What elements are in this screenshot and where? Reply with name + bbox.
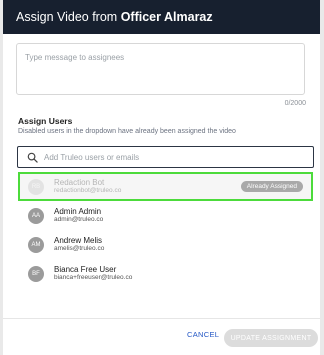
message-input[interactable] [16, 43, 305, 95]
assign-users-subtitle: Disabled users in the dropdown have alre… [18, 128, 236, 135]
user-option-redaction-bot: RB Redaction Bot redactionbot@truleo.co … [18, 172, 313, 201]
avatar: BF [28, 265, 44, 282]
modal-footer: CANCEL UPDATE ASSIGNMENT [3, 318, 320, 355]
officer-name: Officer Almaraz [120, 10, 213, 24]
assign-users-title: Assign Users [18, 116, 73, 126]
avatar: RB [28, 178, 44, 195]
user-name: Admin Admin [54, 207, 102, 217]
avatar: AM [28, 236, 44, 253]
user-email: admin@truleo.co [54, 216, 104, 224]
user-email: bianca+freeuser@truleo.co [54, 274, 133, 282]
modal-title-prefix: Assign Video from [16, 10, 118, 24]
search-icon [26, 151, 38, 163]
user-info: Redaction Bot redactionbot@truleo.co [54, 178, 121, 195]
assign-video-modal: Assign Video from Officer Almaraz 0/2000… [3, 0, 320, 355]
user-name: Redaction Bot [54, 178, 105, 188]
user-info: Admin Admin admin@truleo.co [54, 207, 103, 224]
user-email: amelis@truleo.co [54, 245, 105, 253]
user-name: Andrew Melis [54, 236, 103, 246]
user-dropdown-list: RB Redaction Bot redactionbot@truleo.co … [18, 172, 313, 288]
modal-header: Assign Video from Officer Almaraz [3, 0, 320, 34]
already-assigned-badge: Already Assigned [240, 181, 303, 192]
user-option-admin-admin[interactable]: AA Admin Admin admin@truleo.co [18, 201, 313, 230]
user-info: Andrew Melis amelis@truleo.co [54, 236, 104, 253]
update-assignment-button[interactable]: UPDATE ASSIGNMENT [224, 329, 318, 347]
user-option-andrew-melis[interactable]: AM Andrew Melis amelis@truleo.co [18, 230, 313, 259]
user-email: redactionbot@truleo.co [54, 187, 122, 195]
character-count: 0/2000 [284, 100, 306, 107]
user-search-input[interactable] [44, 152, 294, 162]
user-search-field[interactable] [17, 146, 314, 168]
user-info: Bianca Free User bianca+freeuser@truleo.… [54, 265, 132, 282]
user-option-bianca-free-user[interactable]: BF Bianca Free User bianca+freeuser@trul… [18, 259, 313, 288]
cancel-button[interactable]: CANCEL [187, 330, 219, 339]
avatar: AA [28, 207, 44, 224]
user-name: Bianca Free User [54, 265, 117, 275]
